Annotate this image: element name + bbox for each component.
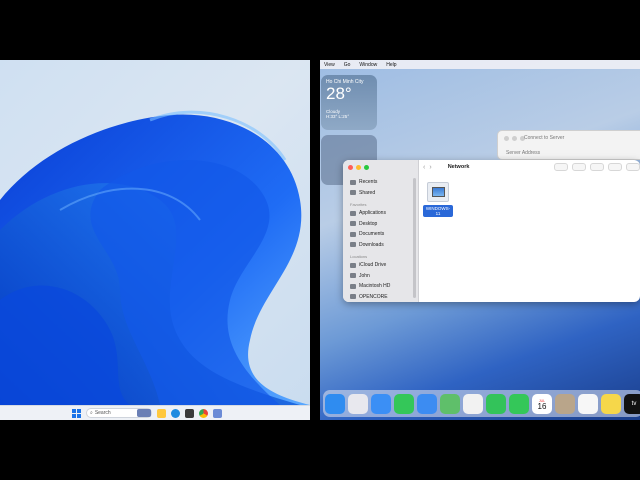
phone-icon[interactable] [509, 393, 529, 414]
menu-window[interactable]: Window [359, 62, 377, 68]
windows-start-icon[interactable] [72, 408, 81, 418]
forward-chevron-icon[interactable]: › [429, 164, 431, 171]
dock: JUL 16 tv [323, 390, 640, 417]
sidebar-item-shared[interactable]: Shared [348, 188, 414, 199]
finder-title: Network [447, 164, 470, 170]
finder-content: WINDOWS-11 [419, 174, 640, 302]
reminders-icon[interactable] [578, 393, 598, 414]
sidebar-item-icloud-drive[interactable]: iCloud Drive [348, 260, 414, 271]
mail-icon[interactable] [417, 393, 437, 414]
tag-icon[interactable] [608, 163, 622, 171]
close-icon[interactable] [504, 136, 509, 141]
contacts-icon[interactable] [555, 393, 575, 414]
calendar-day: 16 [537, 401, 547, 411]
sidebar-list: Recents Shared Favorites Applications Deskto… [348, 177, 414, 302]
sidebar-item-downloads[interactable]: Downloads [348, 240, 414, 251]
maps-icon[interactable] [440, 393, 460, 414]
messages-icon[interactable] [394, 393, 414, 414]
sidebar-item-john[interactable]: John [348, 271, 414, 282]
computer-icon [427, 182, 449, 202]
tv-icon[interactable]: tv [624, 393, 640, 414]
desktop-icon [350, 221, 356, 227]
home-icon [350, 273, 356, 279]
network-computer-item[interactable]: WINDOWS-11 [423, 182, 453, 220]
sidebar-item-label: Downloads [359, 241, 384, 248]
app-icon[interactable] [213, 408, 222, 418]
group-icon[interactable] [572, 163, 586, 171]
notes-icon[interactable] [601, 393, 621, 414]
sidebar-item-label: Macintosh HD [359, 283, 391, 290]
sidebar-item-label: Recents [359, 179, 378, 186]
edge-icon[interactable] [171, 408, 180, 418]
server-address-label: Server Address [506, 150, 541, 156]
finder-window: Recents Shared Favorites Applications Deskto… [343, 160, 640, 302]
cloud-icon [350, 262, 356, 268]
download-icon [350, 242, 356, 248]
zoom-icon[interactable] [364, 165, 369, 170]
back-chevron-icon[interactable]: ‹ [423, 164, 425, 171]
safari-icon[interactable] [371, 393, 391, 414]
sidebar-item-label: iCloud Drive [359, 262, 387, 269]
sidebar-item-label: John [359, 272, 370, 279]
traffic-lights [348, 165, 369, 170]
windows-taskbar: ⌕ Search [0, 405, 310, 420]
disk-icon [350, 283, 356, 289]
taskbar-search-box[interactable]: ⌕ Search [86, 408, 152, 418]
share-icon[interactable] [590, 163, 604, 171]
sidebar-item-label: Applications [359, 210, 386, 217]
sidebar-section-header: Locations [350, 254, 368, 259]
weather-widget[interactable]: Ho Chi Minh City 28° Cloudy H:33° L:25° [321, 75, 377, 130]
photos-icon[interactable] [463, 393, 483, 414]
menu-view[interactable]: View [324, 62, 335, 68]
sidebar-scrollbar[interactable] [413, 178, 416, 298]
mac-menubar: View Go Window Help [320, 60, 640, 69]
finder-toolbar: ‹ › Network [419, 160, 640, 174]
weather-temp: 28° [326, 84, 352, 103]
view-grid-icon[interactable] [554, 163, 568, 171]
sidebar-item-applications[interactable]: Applications [348, 208, 414, 219]
shared-folder-icon [350, 190, 356, 196]
clock-icon [350, 179, 356, 185]
launchpad-icon[interactable] [348, 393, 368, 414]
minimize-icon[interactable] [512, 136, 517, 141]
minimize-icon[interactable] [356, 165, 361, 170]
finder-icon[interactable] [325, 393, 345, 414]
tv-label: tv [631, 400, 637, 407]
close-icon[interactable] [348, 165, 353, 170]
sidebar-item-label: Shared [359, 189, 376, 196]
document-icon [350, 231, 356, 237]
file-explorer-icon[interactable] [157, 408, 166, 418]
sidebar-item-label: Documents [359, 231, 385, 238]
sidebar-item-opencore[interactable]: OPENCORE [348, 292, 414, 303]
sidebar-section-header: Favorites [350, 202, 367, 207]
screen: ⌕ Search View Go Window Help Ho Chi Minh… [0, 0, 640, 480]
connect-to-server-window: Connect to Server Server Address [497, 130, 640, 160]
sidebar-item-documents[interactable]: Documents [348, 229, 414, 240]
search-highlight-badge [137, 409, 151, 417]
windows-bloom-wallpaper [0, 110, 310, 405]
finder-sidebar: Recents Shared Favorites Applications Deskto… [343, 160, 419, 302]
disk-icon [350, 294, 356, 300]
store-icon[interactable] [185, 408, 194, 418]
window-controls [504, 136, 525, 141]
network-item-label: WINDOWS-11 [423, 205, 453, 217]
chrome-icon[interactable] [199, 408, 208, 418]
applications-icon [350, 210, 356, 216]
menu-go[interactable]: Go [344, 62, 351, 68]
weather-high-low: H:33° L:25° [326, 114, 350, 119]
window-title: Connect to Server [524, 135, 565, 141]
mac-desktop: View Go Window Help Ho Chi Minh City 28°… [320, 60, 640, 420]
windows-desktop: ⌕ Search [0, 60, 310, 420]
search-icon: ⌕ [90, 410, 93, 416]
calendar-icon[interactable]: JUL 16 [532, 393, 552, 414]
sidebar-item-label: Desktop [359, 220, 378, 227]
taskbar-search-placeholder: Search [94, 410, 111, 416]
sidebar-item-recents[interactable]: Recents [348, 177, 414, 188]
more-icon[interactable] [626, 163, 640, 171]
sidebar-item-macintosh-hd[interactable]: Macintosh HD [348, 281, 414, 292]
menu-help[interactable]: Help [386, 62, 396, 68]
facetime-icon[interactable] [486, 393, 506, 414]
sidebar-item-label: OPENCORE [359, 293, 388, 300]
sidebar-item-desktop[interactable]: Desktop [348, 219, 414, 230]
